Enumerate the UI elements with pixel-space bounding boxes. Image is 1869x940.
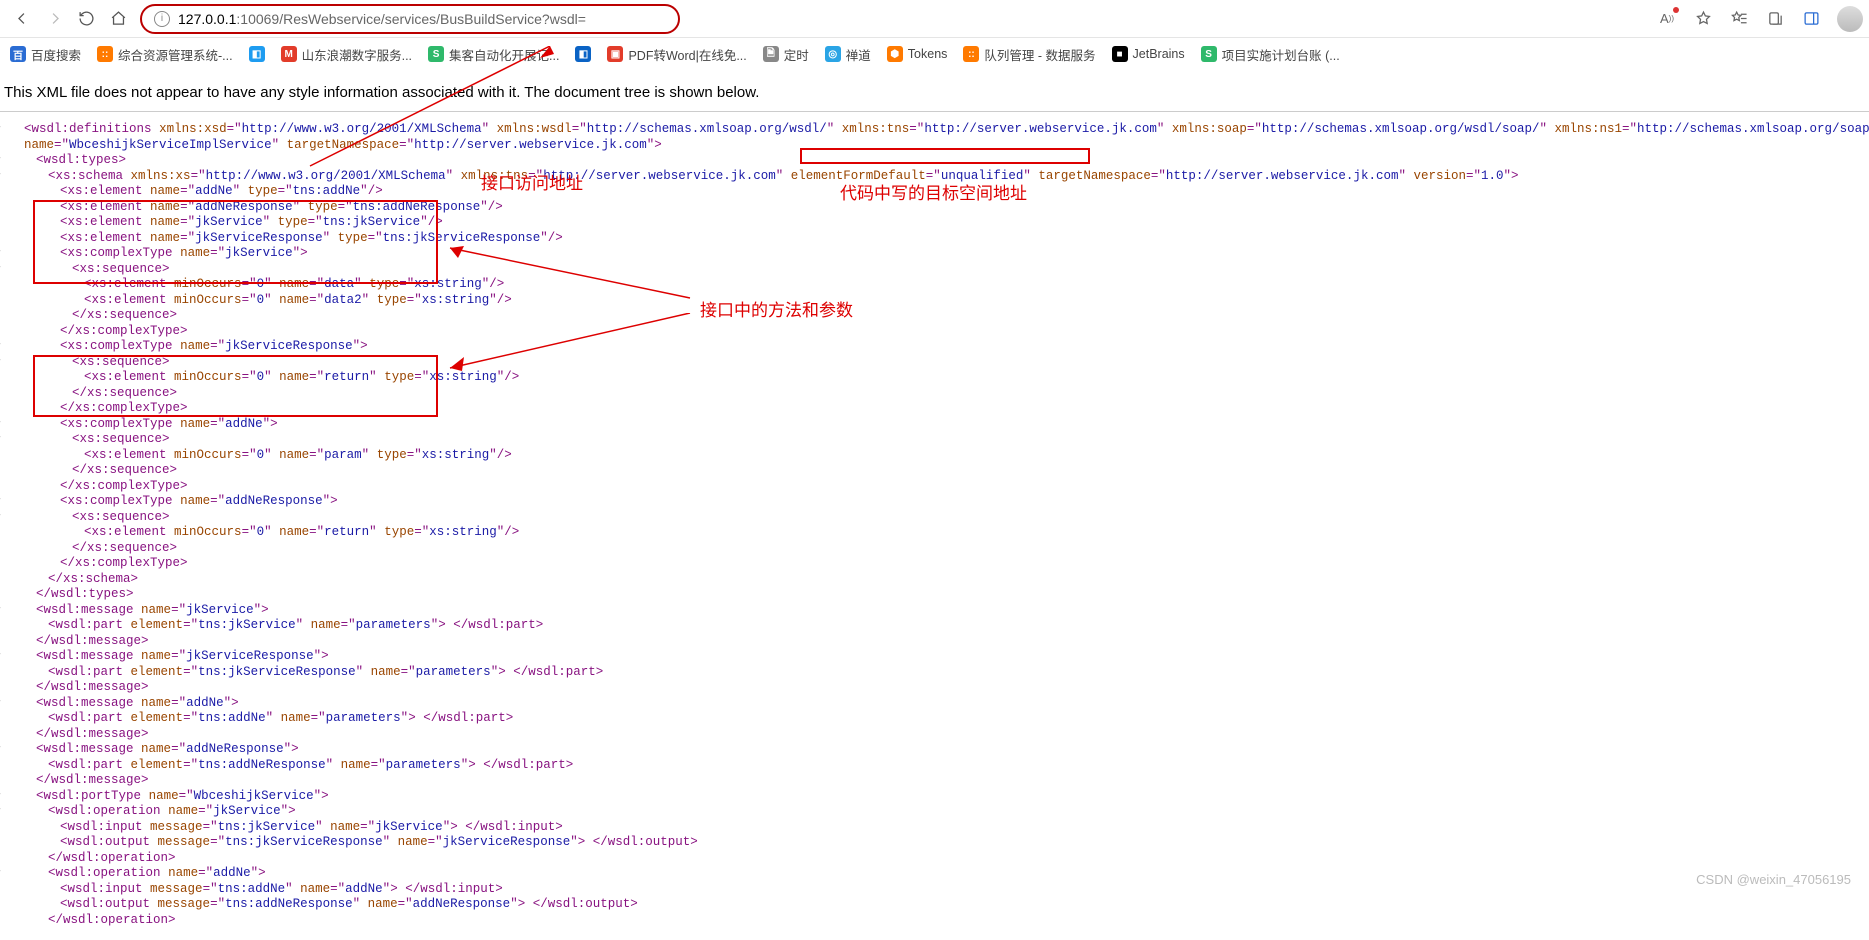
bookmarks-bar: 百百度搜索::综合资源管理系统-... ◧ M 山东浪潮数字服务... S 集客自动化开展… xyxy=(0,38,1869,70)
profile-avatar[interactable] xyxy=(1837,6,1863,32)
bookmark-favicon: ⬢ xyxy=(887,46,903,62)
bookmark-item[interactable]: ■ JetBrains xyxy=(1108,44,1189,64)
bookmark-label: 百度搜索 xyxy=(31,45,81,64)
forward-button[interactable] xyxy=(38,3,70,35)
url-text: 127.0.0.1:10069/ResWebservice/services/B… xyxy=(178,11,586,27)
bookmark-label: 山东浪潮数字服务... xyxy=(302,45,412,64)
favorite-icon[interactable] xyxy=(1687,3,1719,35)
watermark: CSDN @weixin_47056195 xyxy=(1696,872,1851,887)
annotation-namespace: 代码中写的目标空间地址 xyxy=(840,186,1027,202)
bookmark-item[interactable]: ::队列管理 - 数据服务 xyxy=(959,43,1099,66)
bookmark-favicon: 百 xyxy=(10,46,26,62)
bookmark-item[interactable]: 百百度搜索 xyxy=(6,43,85,66)
bookmark-item[interactable]: M 山东浪潮数字服务... xyxy=(277,43,416,66)
bookmark-label: 集客自动化开展记... xyxy=(449,45,559,64)
bookmark-item[interactable]: ◧ xyxy=(245,44,269,64)
sidebar-icon[interactable] xyxy=(1795,3,1827,35)
bookmark-favicon: ◎ xyxy=(825,46,841,62)
bookmark-label: Tokens xyxy=(908,47,948,61)
highlight-box-2 xyxy=(800,148,1090,164)
bookmark-item[interactable]: ⬢ Tokens xyxy=(883,44,952,64)
bookmark-label: 项目实施计划台账 (... xyxy=(1222,45,1340,64)
collections-icon[interactable] xyxy=(1759,3,1791,35)
bookmark-label: 队列管理 - 数据服务 xyxy=(984,45,1095,64)
bookmark-favicon: ▣ xyxy=(607,46,623,62)
read-aloud-icon[interactable]: A)) xyxy=(1651,3,1683,35)
bookmark-item[interactable]: ◧ xyxy=(571,44,595,64)
highlight-box-1 xyxy=(33,200,438,284)
toolbar-right: A)) xyxy=(1651,3,1863,35)
bookmark-favicon: ◧ xyxy=(575,46,591,62)
bookmark-label: 综合资源管理系统-... xyxy=(118,45,233,64)
bookmark-label: JetBrains xyxy=(1133,47,1185,61)
bookmark-item[interactable]: ▣ PDF转Word|在线免... xyxy=(603,43,750,66)
bookmark-favicon: S xyxy=(1201,46,1217,62)
refresh-button[interactable] xyxy=(70,3,102,35)
highlight-box-3 xyxy=(33,355,438,417)
xml-tree: <wsdl:definitions xmlns:xsd="http://www.… xyxy=(0,118,1869,940)
bookmark-label: PDF转Word|在线免... xyxy=(628,45,746,64)
xml-notice: This XML file does not appear to have an… xyxy=(0,70,1869,111)
bookmark-item[interactable]: S 项目实施计划台账 (... xyxy=(1197,43,1344,66)
browser-toolbar: i 127.0.0.1:10069/ResWebservice/services… xyxy=(0,0,1869,38)
bookmark-item[interactable]: ::综合资源管理系统-... xyxy=(93,43,237,66)
bookmark-favicon: S xyxy=(428,46,444,62)
bookmark-item[interactable]: 🗎 定时 xyxy=(759,43,813,66)
bookmark-label: 禅道 xyxy=(846,45,871,64)
annotation-methods: 接口中的方法和参数 xyxy=(700,303,853,319)
favorites-list-icon[interactable] xyxy=(1723,3,1755,35)
bookmark-favicon: ■ xyxy=(1112,46,1128,62)
address-bar[interactable]: i 127.0.0.1:10069/ResWebservice/services… xyxy=(140,4,680,34)
bookmark-favicon: ◧ xyxy=(249,46,265,62)
bookmark-item[interactable]: S 集客自动化开展记... xyxy=(424,43,563,66)
bookmark-label: 定时 xyxy=(784,45,809,64)
info-icon: i xyxy=(154,11,170,27)
home-button[interactable] xyxy=(102,3,134,35)
back-button[interactable] xyxy=(6,3,38,35)
bookmark-favicon: M xyxy=(281,46,297,62)
bookmark-item[interactable]: ◎ 禅道 xyxy=(821,43,875,66)
annotation-url: 接口访问地址 xyxy=(481,176,583,192)
bookmark-favicon: :: xyxy=(97,46,113,62)
bookmark-favicon: 🗎 xyxy=(763,46,779,62)
bookmark-favicon: :: xyxy=(963,46,979,62)
